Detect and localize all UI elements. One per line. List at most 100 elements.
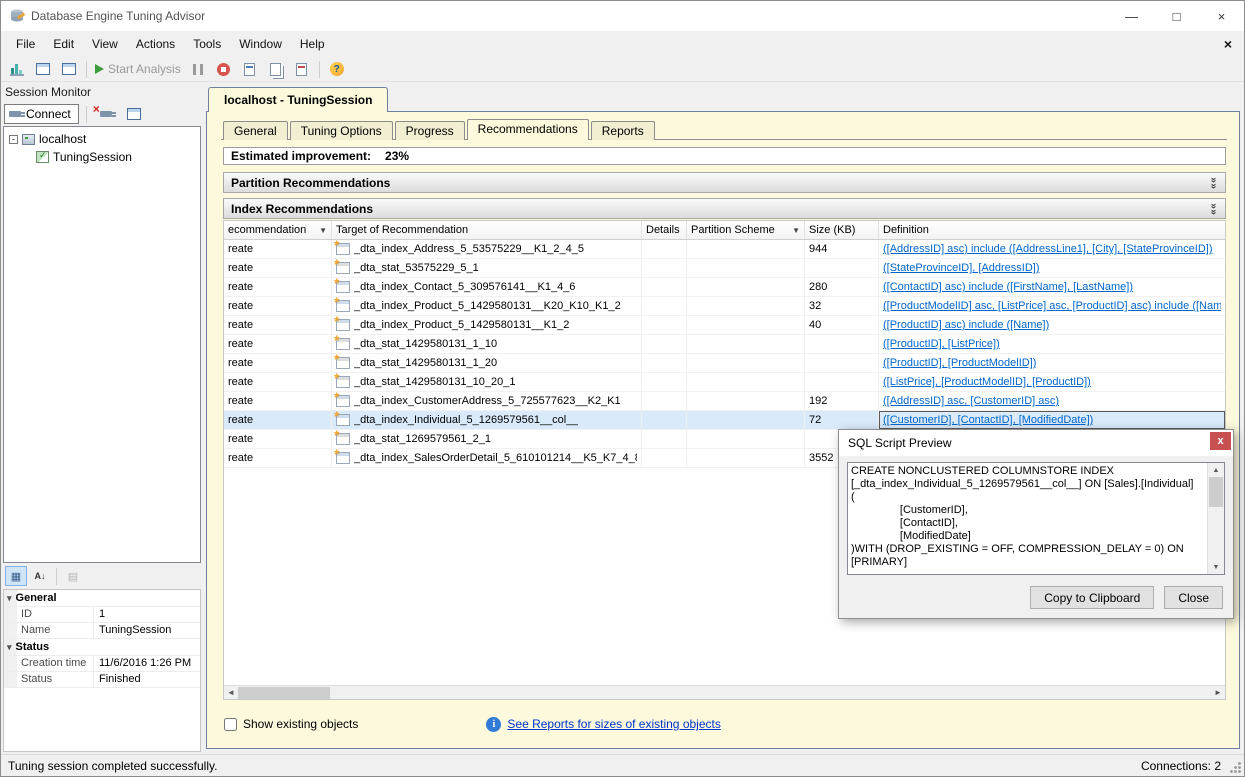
- categorized-button[interactable]: ▦: [5, 566, 27, 586]
- menu-view[interactable]: View: [83, 33, 127, 55]
- definition-link[interactable]: ([ContactID] asc) include ([FirstName], …: [883, 281, 1133, 293]
- collapse-expander-icon[interactable]: -: [9, 135, 18, 144]
- target-cell: _dta_index_CustomerAddress_5_725577623__…: [332, 392, 642, 410]
- dialog-close-button[interactable]: x: [1210, 432, 1231, 450]
- minimize-button[interactable]: —: [1109, 1, 1154, 31]
- index-recommendations-header[interactable]: Index Recommendations »»: [223, 198, 1226, 219]
- column-header-definition[interactable]: Definition: [879, 221, 1225, 239]
- definition-link[interactable]: ([ListPrice], [ProductModelID], [Product…: [883, 376, 1091, 388]
- column-header-recommendation[interactable]: ecommendation ▼: [224, 221, 332, 239]
- scroll-up-icon[interactable]: ▲: [1208, 463, 1224, 477]
- collapse-chevron-icon[interactable]: »»: [1208, 203, 1218, 215]
- vertical-scrollbar[interactable]: ▲ ▼: [1207, 463, 1224, 574]
- table-row[interactable]: reate_dta_index_Product_5_1429580131__K1…: [224, 316, 1225, 335]
- delete-session-button[interactable]: [122, 103, 146, 125]
- target-cell: _dta_stat_1429580131_1_20: [332, 354, 642, 372]
- column-header-details[interactable]: Details: [642, 221, 687, 239]
- chevron-down-icon: ▾: [7, 593, 12, 604]
- scroll-left-icon[interactable]: ◄: [224, 686, 238, 699]
- alphabetical-sort-button[interactable]: A↓: [29, 566, 51, 586]
- table-row[interactable]: reate_dta_index_Individual_5_1269579561_…: [224, 411, 1225, 430]
- copy-results-button[interactable]: [264, 58, 288, 80]
- tree-node-session[interactable]: TuningSession: [4, 148, 200, 166]
- table-row[interactable]: reate_dta_index_CustomerAddress_5_725577…: [224, 392, 1225, 411]
- pause-analysis-button[interactable]: [186, 58, 210, 80]
- definition-link[interactable]: ([ProductModelID] asc, [ListPrice] asc, …: [883, 300, 1221, 312]
- new-session-button[interactable]: [5, 58, 29, 80]
- tab-general[interactable]: General: [223, 121, 288, 140]
- property-category-status[interactable]: ▾ Status: [4, 639, 200, 656]
- resize-grip[interactable]: [1229, 761, 1242, 774]
- v-scrollbar-thumb[interactable]: [1209, 477, 1223, 507]
- property-row[interactable]: ID 1: [4, 607, 200, 623]
- table-row[interactable]: reate_dta_stat_53575229_5_1([StateProvin…: [224, 259, 1225, 278]
- copy-to-clipboard-button[interactable]: Copy to Clipboard: [1030, 586, 1154, 609]
- column-header-partition-scheme[interactable]: Partition Scheme ▼: [687, 221, 805, 239]
- document-tab[interactable]: localhost - TuningSession: [208, 87, 388, 112]
- definition-link[interactable]: ([AddressID] asc) include ([AddressLine1…: [883, 243, 1213, 255]
- menu-file[interactable]: File: [7, 33, 44, 55]
- import-workload-button[interactable]: [57, 58, 81, 80]
- open-session-button[interactable]: [31, 58, 55, 80]
- table-row[interactable]: reate_dta_stat_1429580131_10_20_1([ListP…: [224, 373, 1225, 392]
- stat-icon: [336, 262, 350, 274]
- help-button[interactable]: ?: [325, 58, 349, 80]
- start-analysis-button[interactable]: Start Analysis: [92, 58, 184, 80]
- property-pages-button[interactable]: ▤: [62, 566, 84, 586]
- tab-recommendations[interactable]: Recommendations: [467, 119, 589, 140]
- see-reports-link[interactable]: See Reports for sizes of existing object…: [507, 717, 720, 731]
- definition-link[interactable]: ([StateProvinceID], [AddressID]): [883, 262, 1040, 274]
- show-existing-checkbox[interactable]: [224, 718, 237, 731]
- menu-actions[interactable]: Actions: [127, 33, 184, 55]
- definition-link[interactable]: ([AddressID] asc, [CustomerID] asc): [883, 395, 1059, 407]
- table-row[interactable]: reate_dta_stat_1429580131_1_10([ProductI…: [224, 335, 1225, 354]
- definition-link[interactable]: ([CustomerID], [ContactID], [ModifiedDat…: [883, 414, 1093, 426]
- definition-link[interactable]: ([ProductID] asc) include ([Name]): [883, 319, 1049, 331]
- menu-help[interactable]: Help: [291, 33, 334, 55]
- table-row[interactable]: reate_dta_index_Product_5_1429580131__K2…: [224, 297, 1225, 316]
- partition-scheme-filter-icon[interactable]: ▼: [788, 226, 800, 235]
- save-recommendations-button[interactable]: [238, 58, 262, 80]
- stat-icon: [336, 376, 350, 388]
- column-header-target[interactable]: Target of Recommendation: [332, 221, 642, 239]
- h-scrollbar-thumb[interactable]: [238, 687, 330, 699]
- scroll-down-icon[interactable]: ▼: [1208, 560, 1224, 574]
- column-header-size[interactable]: Size (KB): [805, 221, 879, 239]
- close-button[interactable]: ×: [1199, 1, 1244, 31]
- property-row[interactable]: Status Finished: [4, 672, 200, 688]
- scroll-right-icon[interactable]: ►: [1211, 686, 1225, 699]
- connect-button[interactable]: Connect: [4, 104, 79, 124]
- definition-link[interactable]: ([ProductID], [ProductModelID]): [883, 357, 1036, 369]
- table-row[interactable]: reate_dta_index_Contact_5_309576141__K1_…: [224, 278, 1225, 297]
- dialog-close-action-button[interactable]: Close: [1164, 586, 1223, 609]
- preview-report-button[interactable]: [290, 58, 314, 80]
- property-label: Status: [4, 672, 94, 687]
- definition-link[interactable]: ([ProductID], [ListPrice]): [883, 338, 1000, 350]
- menu-tools[interactable]: Tools: [184, 33, 230, 55]
- tab-progress[interactable]: Progress: [395, 121, 465, 140]
- table-row[interactable]: reate_dta_index_Address_5_53575229__K1_2…: [224, 240, 1225, 259]
- close-document-icon[interactable]: ×: [1224, 36, 1232, 52]
- stop-analysis-button[interactable]: [212, 58, 236, 80]
- dialog-titlebar[interactable]: SQL Script Preview x: [839, 430, 1233, 456]
- target-cell: _dta_index_Contact_5_309576141__K1_4_6: [332, 278, 642, 296]
- tab-reports[interactable]: Reports: [591, 121, 655, 140]
- sql-preview-box[interactable]: CREATE NONCLUSTERED COLUMNSTORE INDEX [_…: [847, 462, 1225, 575]
- horizontal-scrollbar[interactable]: ◄ ►: [224, 685, 1225, 699]
- tree-node-server[interactable]: - localhost: [4, 130, 200, 148]
- property-row[interactable]: Creation time 11/6/2016 1:26 PM: [4, 656, 200, 672]
- partition-recommendations-header[interactable]: Partition Recommendations »»: [223, 172, 1226, 193]
- disconnect-button[interactable]: [94, 103, 118, 125]
- maximize-button[interactable]: □: [1154, 1, 1199, 31]
- collapse-chevron-icon[interactable]: »»: [1208, 177, 1218, 189]
- tab-tuning-options[interactable]: Tuning Options: [290, 121, 393, 140]
- table-row[interactable]: reate_dta_stat_1429580131_1_20([ProductI…: [224, 354, 1225, 373]
- property-row[interactable]: Name TuningSession: [4, 623, 200, 639]
- recommendation-filter-icon[interactable]: ▼: [315, 226, 327, 235]
- menu-edit[interactable]: Edit: [44, 33, 83, 55]
- server-node-label: localhost: [39, 132, 86, 146]
- definition-cell: ([AddressID] asc) include ([AddressLine1…: [879, 240, 1225, 258]
- categorized-icon: ▦: [11, 570, 21, 583]
- menu-window[interactable]: Window: [230, 33, 291, 55]
- property-category-general[interactable]: ▾ General: [4, 590, 200, 607]
